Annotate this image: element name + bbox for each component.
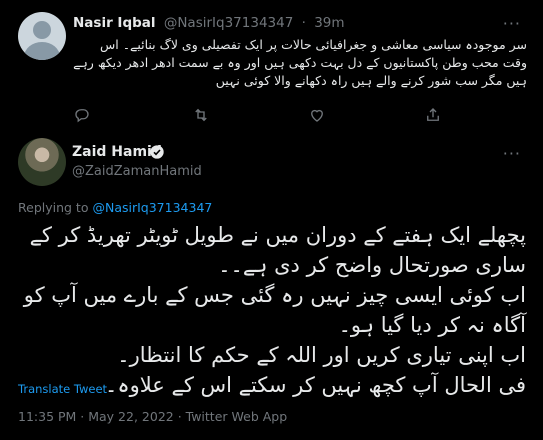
tweet-text-line: اب کوئی ایسی چیز نہیں رہ گئی جس کے بارے … bbox=[23, 283, 526, 307]
reply-author-handle[interactable]: @NasirIq37134347 bbox=[164, 15, 293, 31]
reply-separator: · bbox=[301, 15, 306, 31]
replying-to: Replying to @NasirIq37134347 bbox=[18, 200, 212, 215]
tweet-timestamp[interactable]: 11:35 PM · May 22, 2022 · Twitter Web Ap… bbox=[18, 409, 287, 424]
default-avatar-icon bbox=[33, 21, 51, 39]
reply-text: سر موجودہ سیاسی معاشی و جغرافیائی حالات … bbox=[73, 37, 527, 88]
translate-tweet-link[interactable]: Translate Tweet bbox=[18, 382, 107, 396]
tweet-text-line: پچھلے ایک ہفتے کے دوران میں نے طویل ٹویٹ… bbox=[29, 223, 526, 247]
reply-header: Nasir Iqbal @NasirIq37134347 · 39m bbox=[73, 15, 345, 31]
avatar[interactable] bbox=[18, 12, 66, 60]
reply-button[interactable] bbox=[73, 106, 91, 124]
reply-tweet[interactable]: Nasir Iqbal @NasirIq37134347 · 39m ··· س… bbox=[0, 0, 543, 124]
reply-icon bbox=[75, 109, 89, 123]
share-icon bbox=[427, 108, 439, 121]
tweet-text-line: ساری صورتحال واضح کر دی ہے۔۔ bbox=[218, 253, 526, 277]
default-avatar-body bbox=[24, 42, 60, 60]
replying-prefix: Replying to bbox=[18, 200, 89, 215]
tweet-text-line: آگاہ نہ کر دیا گیا ہو۔ bbox=[338, 313, 526, 337]
more-icon[interactable]: ··· bbox=[503, 144, 521, 163]
author-avatar[interactable] bbox=[18, 138, 66, 186]
heart-icon bbox=[311, 109, 323, 122]
author-handle[interactable]: @ZaidZamanHamid bbox=[72, 164, 202, 179]
tweet-text: پچھلے ایک ہفتے کے دوران میں نے طویل ٹویٹ… bbox=[18, 220, 526, 400]
reply-action-bar bbox=[0, 106, 543, 124]
main-tweet: Zaid Hamid @ZaidZamanHamid ··· Replying … bbox=[0, 124, 543, 440]
share-button[interactable] bbox=[424, 106, 442, 124]
more-icon[interactable]: ··· bbox=[503, 14, 521, 33]
retweet-button[interactable] bbox=[192, 106, 210, 124]
like-button[interactable] bbox=[308, 106, 326, 124]
verified-badge-icon bbox=[149, 144, 165, 160]
reply-time[interactable]: 39m bbox=[314, 15, 344, 31]
reply-author-name[interactable]: Nasir Iqbal bbox=[73, 15, 156, 31]
retweet-icon bbox=[195, 108, 207, 122]
replying-to-link[interactable]: @NasirIq37134347 bbox=[92, 200, 212, 215]
tweet-text-line: اب اپنی تیاری کریں اور اللہ کے حکم کا ان… bbox=[117, 343, 526, 367]
